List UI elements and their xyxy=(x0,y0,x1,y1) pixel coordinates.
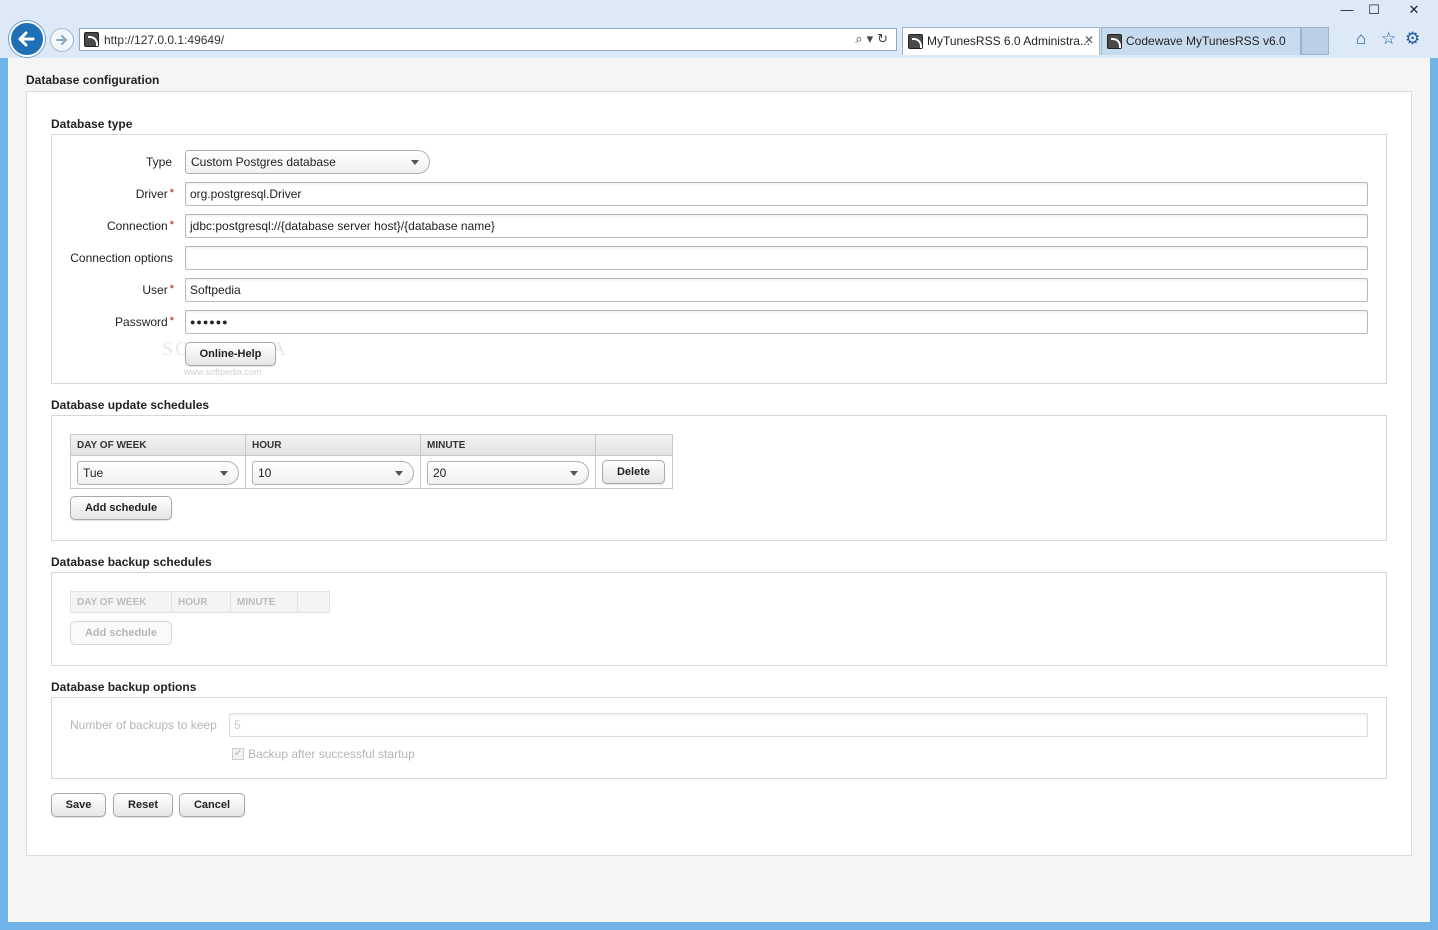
user-input[interactable]: Softpedia xyxy=(185,278,1368,302)
update-schedules-box: DAY OF WEEK HOUR MINUTE Tue 10 20 Delete… xyxy=(51,415,1387,541)
home-icon[interactable]: ⌂ xyxy=(1356,29,1366,49)
backup-startup-checkbox[interactable]: ✓ xyxy=(232,748,244,760)
softpedia-watermark-url: www.softpedia.com xyxy=(184,367,262,377)
dropdown-icon[interactable]: ▾ xyxy=(867,31,878,46)
forward-button[interactable] xyxy=(50,28,74,52)
column-header-actions xyxy=(298,592,330,612)
hour-value: 10 xyxy=(258,466,272,480)
chevron-down-icon xyxy=(395,471,403,476)
column-header-day: DAY OF WEEK xyxy=(71,592,172,612)
backup-schedules-table-header: DAY OF WEEK HOUR MINUTE xyxy=(70,591,330,613)
forward-arrow-icon xyxy=(56,35,68,45)
user-label: User * xyxy=(142,283,174,297)
column-header-minute: MINUTE xyxy=(421,435,596,455)
column-header-hour: HOUR xyxy=(246,435,421,455)
chevron-down-icon xyxy=(411,160,419,165)
update-schedules-title: Database update schedules xyxy=(51,398,210,412)
backup-options-title: Database backup options xyxy=(51,680,197,694)
driver-input[interactable]: org.postgresql.Driver xyxy=(185,182,1368,206)
database-type-title: Database type xyxy=(51,117,133,131)
page-content: Database configuration Database type Typ… xyxy=(8,58,1430,922)
reset-button[interactable]: Reset xyxy=(113,793,173,817)
chevron-down-icon xyxy=(570,471,578,476)
chevron-down-icon xyxy=(220,471,228,476)
minute-select[interactable]: 20 xyxy=(427,461,589,485)
connection-options-input[interactable] xyxy=(185,246,1368,270)
tab-close-icon[interactable]: ✕ xyxy=(1084,33,1094,47)
tab-favicon-icon xyxy=(1107,34,1122,49)
connection-options-label: Connection options xyxy=(70,251,173,265)
config-panel: Database type Type Custom Postgres datab… xyxy=(26,91,1412,856)
browser-chrome: — ☐ ✕ http://127.0.0.1:49649/ ⌕▾↻ MyTune… xyxy=(0,0,1438,58)
database-type-box: Type Custom Postgres database Driver * or… xyxy=(51,134,1387,384)
connection-label: Connection * xyxy=(107,219,174,233)
cancel-button[interactable]: Cancel xyxy=(179,793,245,817)
add-update-schedule-button[interactable]: Add schedule xyxy=(70,496,172,520)
delete-schedule-button[interactable]: Delete xyxy=(602,460,665,484)
tab-codewave[interactable]: Codewave MyTunesRSS v6.0 xyxy=(1101,27,1301,55)
minute-value: 20 xyxy=(433,466,447,480)
address-url[interactable]: http://127.0.0.1:49649/ xyxy=(104,33,224,47)
backups-to-keep-input[interactable]: 5 xyxy=(229,713,1368,737)
update-schedules-table-header: DAY OF WEEK HOUR MINUTE xyxy=(70,434,673,456)
backup-startup-label: Backup after successful startup xyxy=(248,747,415,761)
day-of-week-select[interactable]: Tue xyxy=(77,461,239,485)
refresh-icon[interactable]: ↻ xyxy=(877,31,892,46)
column-header-actions xyxy=(596,435,673,455)
type-label: Type xyxy=(145,155,172,169)
type-select-value: Custom Postgres database xyxy=(191,155,336,169)
driver-label: Driver * xyxy=(135,187,174,201)
table-row: Tue 10 20 Delete xyxy=(70,456,673,489)
password-label: Password * xyxy=(115,315,174,329)
backup-schedules-box: DAY OF WEEK HOUR MINUTE Add schedule xyxy=(51,572,1387,666)
maximize-button[interactable]: ☐ xyxy=(1359,2,1389,18)
new-tab-button[interactable] xyxy=(1301,27,1329,55)
minimize-button[interactable]: — xyxy=(1332,2,1362,17)
favorites-star-icon[interactable]: ☆ xyxy=(1381,29,1396,49)
search-icon[interactable]: ⌕ xyxy=(855,31,866,46)
type-select[interactable]: Custom Postgres database xyxy=(185,150,430,174)
add-backup-schedule-button[interactable]: Add schedule xyxy=(70,621,172,645)
connection-input[interactable]: jdbc:postgresql://{database server host}… xyxy=(185,214,1368,238)
backup-schedules-title: Database backup schedules xyxy=(51,555,212,569)
address-tools[interactable]: ⌕▾↻ xyxy=(855,31,892,47)
tab-label: MyTunesRSS 6.0 Administra... xyxy=(927,34,1090,48)
close-window-button[interactable]: ✕ xyxy=(1396,2,1432,18)
online-help-button[interactable]: Online-Help xyxy=(185,342,276,366)
password-input[interactable]: ●●●●●● xyxy=(185,310,1368,334)
backup-options-box: Number of backups to keep 5 ✓ Backup aft… xyxy=(51,697,1387,779)
hour-select[interactable]: 10 xyxy=(252,461,414,485)
column-header-hour: HOUR xyxy=(172,592,231,612)
page-title: Database configuration xyxy=(26,73,160,87)
day-value: Tue xyxy=(83,466,104,480)
tab-label: Codewave MyTunesRSS v6.0 xyxy=(1126,34,1286,48)
column-header-minute: MINUTE xyxy=(231,592,298,612)
back-button[interactable] xyxy=(9,21,45,57)
back-arrow-icon xyxy=(18,31,35,47)
tab-favicon-icon xyxy=(908,34,923,49)
backups-to-keep-label: Number of backups to keep xyxy=(70,718,217,732)
tab-mytunesrss-admin[interactable]: MyTunesRSS 6.0 Administra... ✕ xyxy=(902,27,1100,55)
column-header-day: DAY OF WEEK xyxy=(71,435,246,455)
save-button[interactable]: Save xyxy=(51,793,106,817)
site-favicon-icon xyxy=(84,32,99,47)
settings-gear-icon[interactable]: ⚙ xyxy=(1405,29,1420,49)
address-bar[interactable]: http://127.0.0.1:49649/ ⌕▾↻ xyxy=(79,28,897,51)
